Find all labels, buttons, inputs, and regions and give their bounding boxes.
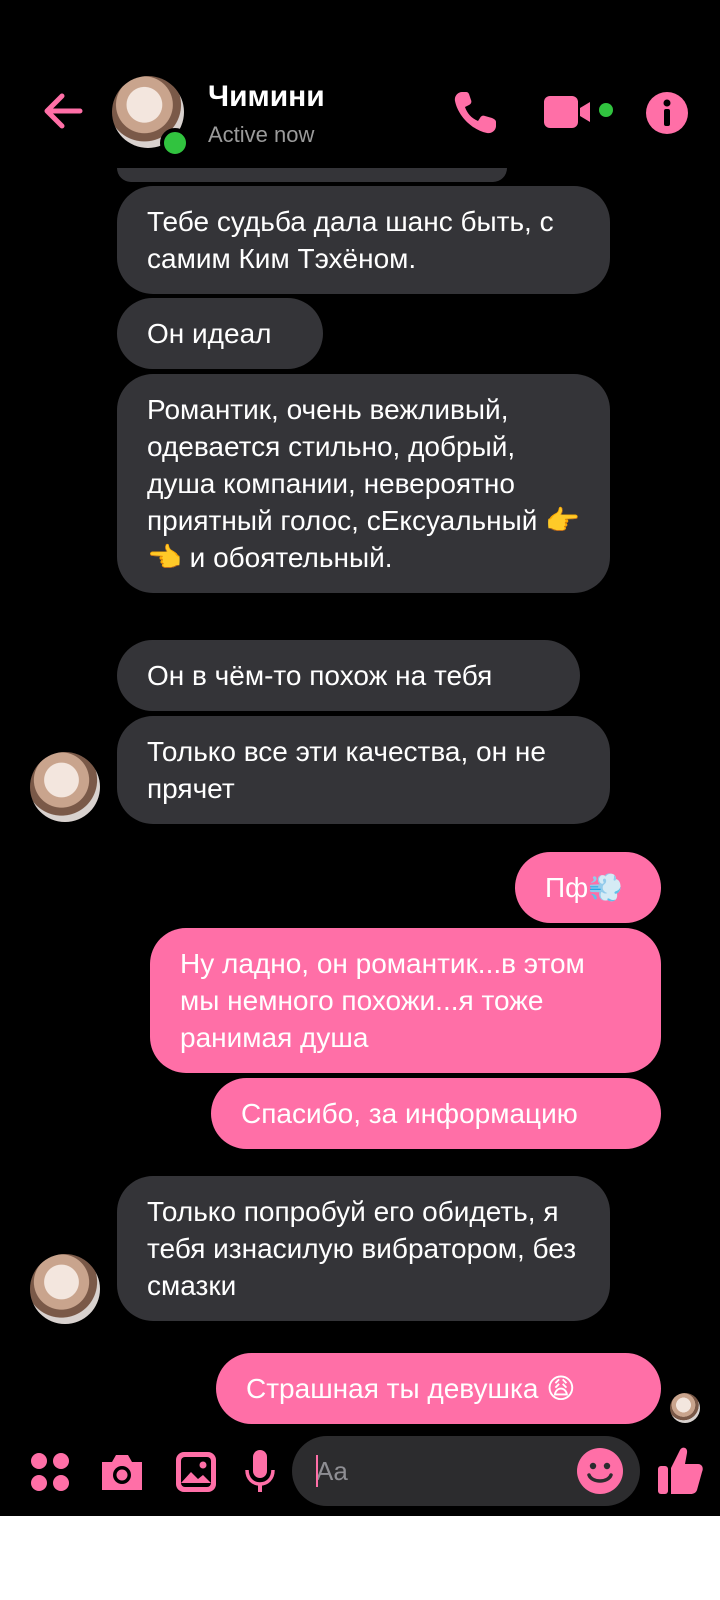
text-cursor [316, 1455, 318, 1487]
message-bubble-outgoing[interactable]: Страшная ты девушка 😩 [216, 1353, 661, 1424]
message-bubble-incoming[interactable]: Тебе судьба дала шанс быть, с самим Ким … [117, 186, 610, 294]
sender-avatar[interactable] [30, 1254, 100, 1324]
message-bubble-outgoing[interactable]: Ну ладно, он романтик...в этом мы немног… [150, 928, 661, 1073]
active-status: Active now [208, 122, 315, 147]
message-bubble-incoming[interactable]: Романтик, очень вежливый, одевается стил… [117, 374, 610, 593]
microphone-icon[interactable] [244, 1448, 276, 1496]
message-bubble-incoming[interactable]: Он в чём-то похож на тебя [117, 640, 580, 711]
online-indicator [160, 128, 190, 158]
arrow-left-icon[interactable] [38, 86, 88, 136]
video-camera-icon[interactable] [544, 90, 614, 136]
thumbs-up-icon[interactable] [656, 1444, 704, 1496]
phone-icon[interactable] [448, 86, 502, 140]
camera-icon[interactable] [98, 1450, 146, 1494]
message-bubble-outgoing[interactable]: Пф💨 [515, 852, 661, 923]
message-bubble-outgoing[interactable]: Спасибо, за информацию [211, 1078, 661, 1149]
message-bubble-incoming[interactable]: Он идеал [117, 298, 323, 369]
image-icon[interactable] [174, 1450, 218, 1494]
chat-screen: Чимини Active now Тебе судьба дала шанс … [0, 0, 720, 1516]
smiley-icon[interactable] [576, 1447, 624, 1495]
message-bubble-incoming[interactable]: Только все эти качества, он не прячет [117, 716, 610, 824]
four-dots-icon[interactable] [30, 1452, 70, 1492]
seen-indicator-avatar [670, 1393, 700, 1423]
message-bubble-partial [117, 168, 507, 182]
contact-name[interactable]: Чимини [208, 80, 325, 114]
info-icon[interactable] [644, 90, 690, 136]
sender-avatar[interactable] [30, 752, 100, 822]
system-nav-area [0, 1516, 720, 1600]
message-bubble-incoming[interactable]: Только попробуй его обидеть, я тебя изна… [117, 1176, 610, 1321]
